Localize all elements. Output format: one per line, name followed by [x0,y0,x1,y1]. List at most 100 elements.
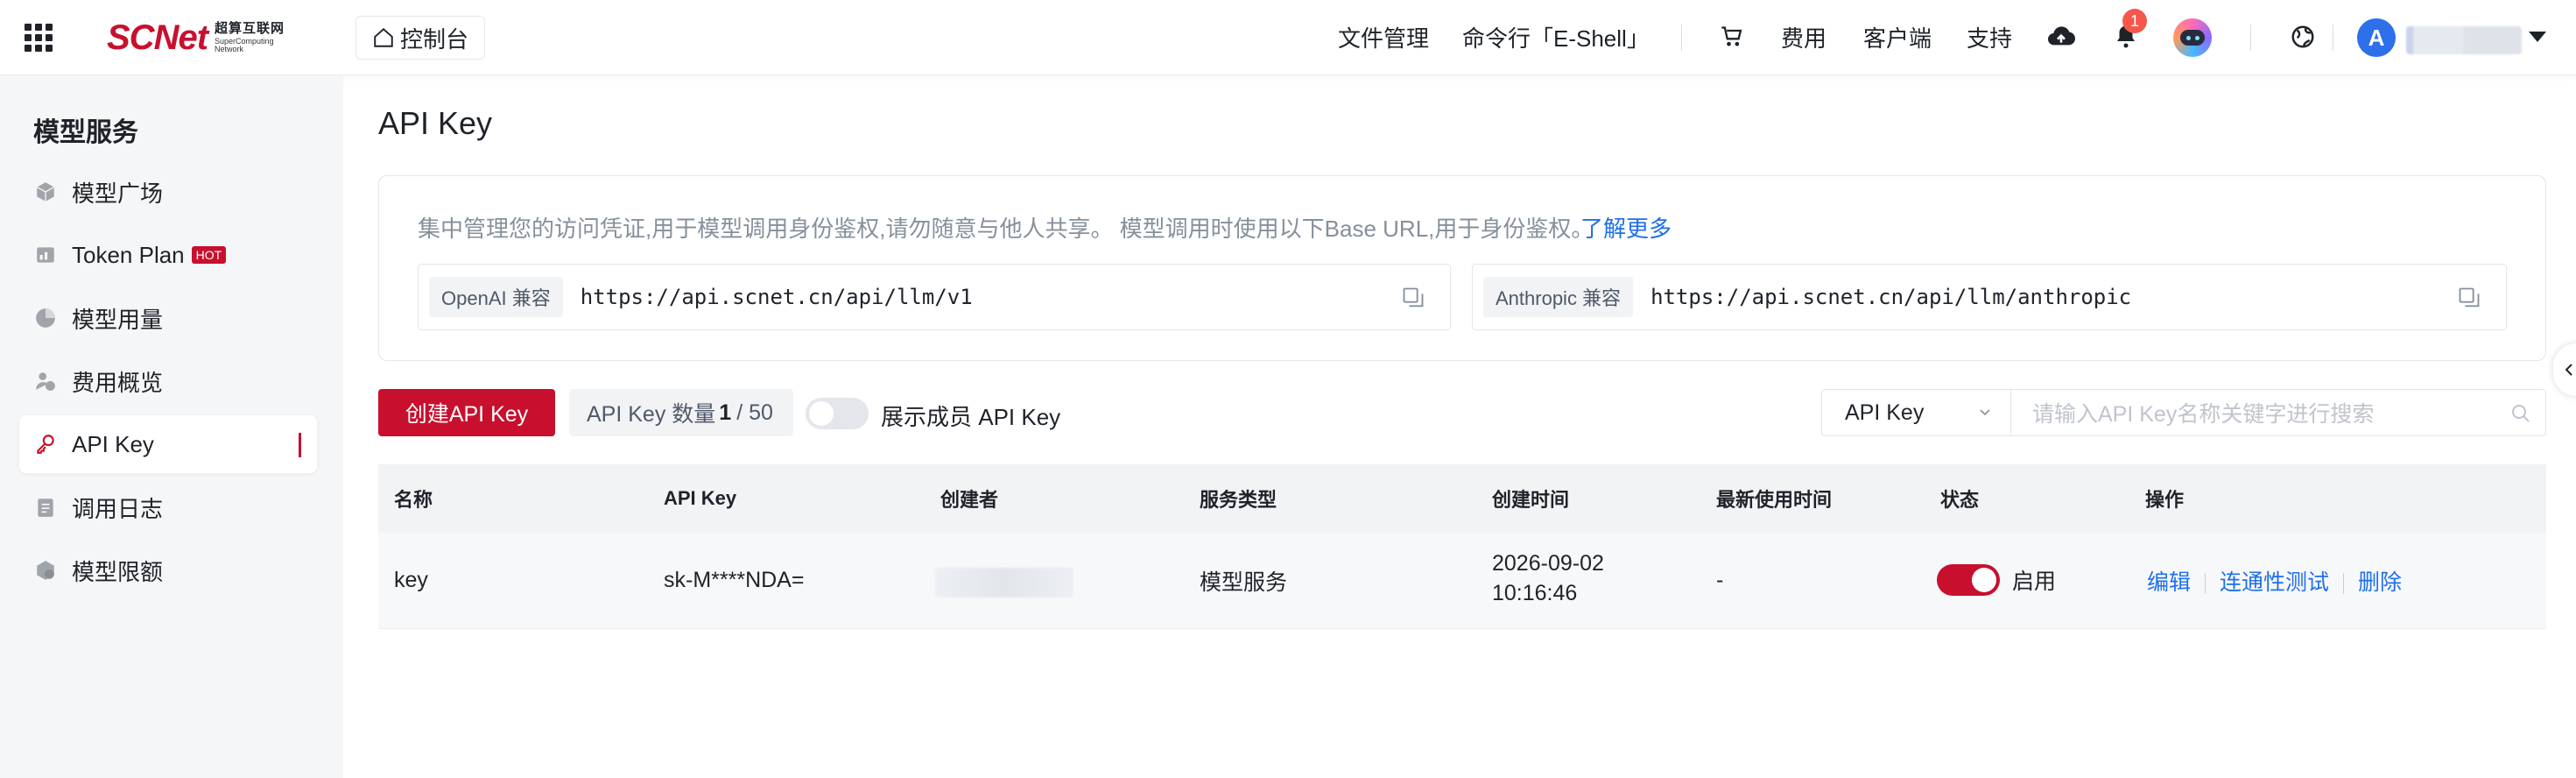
globe-icon[interactable] [2287,21,2319,53]
cell-name: key [394,568,428,592]
info-description: 集中管理您的访问凭证,用于模型调用身份鉴权,请勿随意与他人共享。 模型调用时使用… [418,216,1594,242]
copy-icon[interactable] [2457,286,2481,310]
cell-status: 启用 [1937,564,2056,596]
logo-mark: SCNet [107,18,208,57]
sidebar-item-label: API Key [72,430,154,457]
search-type-value: API Key [1845,400,1925,425]
count-total: / 50 [736,400,773,425]
col-actions: 操作 [2145,489,2185,511]
cloud-upload-icon[interactable] [2045,21,2077,53]
col-name: 名称 [394,489,433,511]
nav-eshell[interactable]: 命令行「E-Shell」 [1462,21,1650,53]
token-icon [33,243,58,267]
notification-badge: 1 [2122,9,2147,33]
chevron-left-icon [2565,364,2572,376]
sidebar-item-label: 费用概览 [72,369,164,396]
sidebar-item-call-log[interactable]: 调用日志 [19,478,317,536]
edit-link[interactable]: 编辑 [2147,570,2191,595]
cart-icon[interactable] [1716,21,1748,53]
create-api-key-button[interactable]: 创建API Key [378,389,555,436]
openai-url: https://api.scnet.cn/api/llm/v1 [580,285,973,309]
app-grid-icon[interactable] [25,24,53,52]
hot-badge: HOT [191,246,227,264]
cell-created-time: 2026-09-02 10:16:46 [1492,548,1604,608]
search-input[interactable]: 请输入API Key名称关键字进行搜索 [2010,389,2546,436]
nav-divider-2 [2250,25,2251,51]
page-title: API Key [378,105,493,141]
cost-icon [33,369,58,393]
sidebar-item-model-quota[interactable]: 模型限额 [19,541,317,599]
openai-tag: OpenAI 兼容 [429,277,563,317]
log-icon [33,495,58,520]
status-toggle[interactable] [1937,564,2000,596]
search-icon[interactable] [2510,403,2531,424]
status-label: 启用 [2012,569,2057,594]
chevron-down-icon [1980,409,1990,416]
search-placeholder: 请输入API Key名称关键字进行搜索 [2032,402,2375,427]
col-creator: 创建者 [940,489,999,511]
key-icon [33,432,58,456]
cell-service-type: 模型服务 [1200,569,1288,595]
console-button[interactable]: 控制台 [355,16,486,60]
sidebar-item-token-plan[interactable]: Token Plan HOT [19,226,317,284]
nav-client[interactable]: 客户端 [1863,21,1932,53]
quota-icon [33,558,58,583]
sidebar-item-api-key[interactable]: API Key [19,415,317,473]
logo-cn-text: 超算互联网 [215,21,285,36]
sidebar-item-label: 模型用量 [72,306,164,333]
col-last-used: 最新使用时间 [1716,489,1833,511]
cell-creator-redacted [935,568,1073,598]
show-members-toggle[interactable] [806,398,869,429]
col-service-type: 服务类型 [1200,489,1277,511]
col-api-key: API Key [664,487,737,509]
base-url-card: 集中管理您的访问凭证,用于模型调用身份鉴权,请勿随意与他人共享。 模型调用时使用… [378,175,2546,361]
action-divider [2205,572,2206,594]
sidebar-item-label: Token Plan [72,241,185,268]
logo[interactable]: SCNet 超算互联网 SuperComputing Network [107,18,285,58]
learn-more-link[interactable]: 了解更多 [1580,211,1672,244]
nav-fees[interactable]: 费用 [1781,21,1826,53]
home-icon [374,27,393,47]
sidebar-item-model-usage[interactable]: 模型用量 [19,289,317,347]
table-row: key sk-M****NDA= 模型服务 2026-09-02 10:16:4… [378,533,2546,629]
action-divider [2343,572,2345,594]
sidebar-item-label: 模型限额 [72,558,164,585]
search-type-select[interactable]: API Key [1821,389,2010,436]
nav-file-management[interactable]: 文件管理 [1338,21,1429,53]
sidebar-item-model-square[interactable]: 模型广场 [19,163,317,221]
cell-api-key: sk-M****NDA= [664,568,805,592]
panel-collapse-button[interactable] [2553,343,2576,396]
col-status: 状态 [1940,489,1980,511]
user-name-redacted[interactable] [2406,26,2522,54]
col-created-time: 创建时间 [1492,489,1570,511]
copy-icon[interactable] [1401,286,1425,310]
pie-chart-icon [33,306,58,330]
count-used: 1 [719,400,732,425]
api-key-count: API Key 数量 1 / 50 [569,389,793,436]
cell-actions: 编辑 连通性测试 删除 [2147,565,2402,597]
table-header: 名称 API Key 创建者 服务类型 创建时间 最新使用时间 状态 操作 [378,464,2546,533]
user-avatar[interactable]: A [2357,18,2396,57]
connectivity-test-link[interactable]: 连通性测试 [2220,570,2329,595]
show-members-label: 展示成员 API Key [881,404,1061,430]
sidebar-title: 模型服务 [33,118,138,147]
api-key-table: 名称 API Key 创建者 服务类型 创建时间 最新使用时间 状态 操作 ke… [378,464,2546,629]
nav-support[interactable]: 支持 [1967,21,2012,53]
delete-link[interactable]: 删除 [2358,570,2402,595]
chevron-down-icon[interactable] [2529,32,2546,42]
anthropic-url: https://api.scnet.cn/api/llm/anthropic [1650,285,2132,309]
created-time: 10:16:46 [1492,581,1578,605]
top-bar: SCNet 超算互联网 SuperComputing Network 控制台 文… [0,0,2576,75]
console-label: 控制台 [400,25,469,53]
created-date: 2026-09-02 [1492,551,1604,576]
openai-url-box: OpenAI 兼容 https://api.scnet.cn/api/llm/v… [418,264,1451,330]
count-label: API Key 数量 [587,402,716,427]
sidebar-item-label: 调用日志 [72,495,164,522]
sidebar-item-cost-overview[interactable]: 费用概览 [19,352,317,410]
anthropic-url-box: Anthropic 兼容 https://api.scnet.cn/api/ll… [1472,264,2507,330]
anthropic-tag: Anthropic 兼容 [1483,277,1634,317]
sidebar: 模型服务 模型广场 Token Plan HOT 模型用量 费用概览 API K… [0,75,343,778]
sidebar-item-label: 模型广场 [72,180,164,207]
logo-en-text-2: Network [215,45,244,53]
ai-assistant-icon[interactable] [2173,18,2212,57]
